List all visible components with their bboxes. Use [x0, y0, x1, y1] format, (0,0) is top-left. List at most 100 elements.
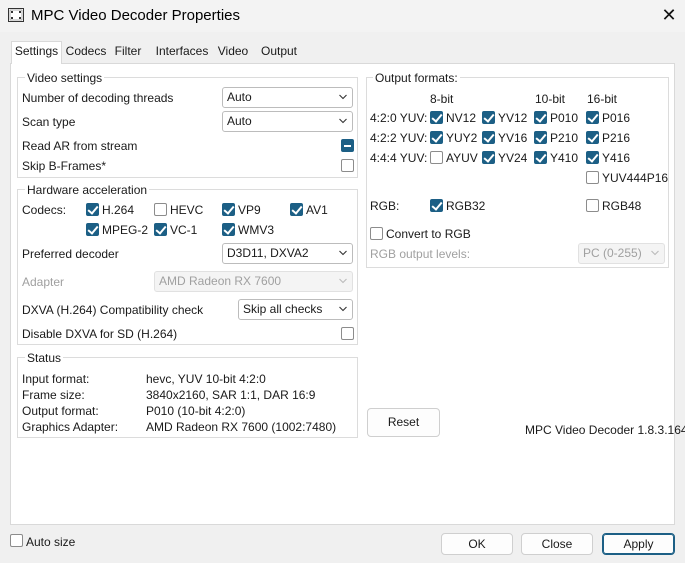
nv12-label: NV12 — [446, 111, 477, 125]
close-button[interactable]: Close — [521, 533, 593, 555]
output-formats-title: Output formats: — [373, 71, 460, 85]
p216-checkbox[interactable] — [586, 131, 599, 144]
rgb-levels-value: PC (0-255) — [583, 246, 642, 260]
version-label: MPC Video Decoder 1.8.3.164 — [525, 423, 685, 437]
col-8bit: 8-bit — [430, 92, 454, 106]
threads-select[interactable]: Auto — [222, 87, 353, 108]
p016-checkbox[interactable] — [586, 111, 599, 124]
y410-checkbox[interactable] — [534, 151, 547, 164]
yuy2-label: YUY2 — [446, 131, 478, 145]
status-adapter-value: AMD Radeon RX 7600 (1002:7480) — [146, 420, 337, 434]
close-icon[interactable]: ✕ — [656, 3, 682, 27]
preferred-decoder-label: Preferred decoder — [22, 247, 119, 261]
codec-mpeg2-checkbox[interactable] — [86, 223, 99, 236]
p210-label: P210 — [550, 131, 579, 145]
p210-checkbox[interactable] — [534, 131, 547, 144]
read-ar-label: Read AR from stream — [22, 139, 138, 153]
col-16bit: 16-bit — [587, 92, 618, 106]
rgb32-checkbox[interactable] — [430, 199, 443, 212]
scan-select[interactable]: Auto — [222, 111, 353, 132]
hw-accel-title: Hardware acceleration — [25, 183, 150, 197]
codec-vp9-label: VP9 — [238, 203, 261, 217]
p010-label: P010 — [550, 111, 579, 125]
tab-video[interactable]: Video — [215, 42, 251, 63]
reset-button[interactable]: Reset — [367, 408, 440, 437]
disable-sd-checkbox[interactable] — [341, 327, 354, 340]
y416-label: Y416 — [602, 151, 631, 165]
p016-label: P016 — [602, 111, 631, 125]
chevron-down-icon — [339, 250, 347, 256]
window-title: MPC Video Decoder Properties — [31, 7, 240, 24]
rgb32-label: RGB32 — [446, 199, 486, 213]
row-420-label: 4:2:0 YUV: — [370, 111, 428, 125]
codec-wmv3-label: WMV3 — [238, 223, 274, 237]
threads-label: Number of decoding threads — [22, 91, 174, 105]
y416-checkbox[interactable] — [586, 151, 599, 164]
yv12-checkbox[interactable] — [482, 111, 495, 124]
codec-wmv3-checkbox[interactable] — [222, 223, 235, 236]
codec-av1-label: AV1 — [306, 203, 328, 217]
codec-hevc-label: HEVC — [170, 203, 204, 217]
row-444-label: 4:4:4 YUV: — [370, 151, 428, 165]
tab-interfaces[interactable]: Interfaces — [152, 42, 212, 63]
yuy2-checkbox[interactable] — [430, 131, 443, 144]
scan-label: Scan type — [22, 115, 76, 129]
adapter-label: Adapter — [22, 275, 65, 289]
rgb-levels-label: RGB output levels: — [370, 247, 471, 261]
adapter-select: AMD Radeon RX 7600 — [154, 271, 353, 292]
auto-size-checkbox[interactable] — [10, 534, 23, 547]
status-frame-value: 3840x2160, SAR 1:1, DAR 16:9 — [146, 388, 316, 402]
chevron-down-icon — [339, 278, 347, 284]
codec-h264-checkbox[interactable] — [86, 203, 99, 216]
scan-value: Auto — [227, 114, 252, 128]
codec-vp9-checkbox[interactable] — [222, 203, 235, 216]
chevron-down-icon — [339, 118, 347, 124]
codec-h264-label: H.264 — [102, 203, 135, 217]
status-input-label: Input format: — [22, 372, 90, 386]
p010-checkbox[interactable] — [534, 111, 547, 124]
preferred-decoder-value: D3D11, DXVA2 — [227, 246, 309, 260]
codec-av1-checkbox[interactable] — [290, 203, 303, 216]
skip-b-label: Skip B-Frames* — [22, 159, 107, 173]
apply-button[interactable]: Apply — [602, 533, 675, 555]
rgb-levels-select: PC (0-255) — [578, 243, 665, 264]
row-rgb-label: RGB: — [370, 199, 400, 213]
tab-filter[interactable]: Filter — [111, 42, 145, 63]
nv12-checkbox[interactable] — [430, 111, 443, 124]
tab-settings[interactable]: Settings — [11, 41, 62, 64]
convert-rgb-checkbox[interactable] — [370, 227, 383, 240]
status-adapter-label: Graphics Adapter: — [22, 420, 119, 434]
ayuv-label: AYUV — [446, 151, 478, 165]
codec-vc1-checkbox[interactable] — [154, 223, 167, 236]
y410-label: Y410 — [550, 151, 579, 165]
col-10bit: 10-bit — [535, 92, 566, 106]
status-input-value: hevc, YUV 10-bit 4:2:0 — [146, 372, 266, 386]
tab-codecs[interactable]: Codecs — [64, 42, 108, 63]
chevron-down-icon — [339, 94, 347, 100]
rgb48-label: RGB48 — [602, 199, 642, 213]
compat-check-select[interactable]: Skip all checks — [238, 299, 353, 320]
status-output-label: Output format: — [22, 404, 99, 418]
compat-check-label: DXVA (H.264) Compatibility check — [22, 303, 204, 317]
ok-button[interactable]: OK — [441, 533, 513, 555]
yv12-label: YV12 — [498, 111, 528, 125]
read-ar-checkbox[interactable] — [341, 139, 354, 152]
codec-mpeg2-label: MPEG-2 — [102, 223, 149, 237]
p216-label: P216 — [602, 131, 631, 145]
yv24-label: YV24 — [498, 151, 528, 165]
video-settings-title: Video settings — [25, 71, 105, 85]
yv16-checkbox[interactable] — [482, 131, 495, 144]
preferred-decoder-select[interactable]: D3D11, DXVA2 — [222, 243, 353, 264]
yv24-checkbox[interactable] — [482, 151, 495, 164]
yuv444p16-checkbox[interactable] — [586, 171, 599, 184]
codec-vc1-label: VC-1 — [170, 223, 198, 237]
codec-hevc-checkbox[interactable] — [154, 203, 167, 216]
rgb48-checkbox[interactable] — [586, 199, 599, 212]
ayuv-checkbox[interactable] — [430, 151, 443, 164]
auto-size-label: Auto size — [26, 535, 76, 549]
tab-output[interactable]: Output — [257, 42, 301, 63]
yuv444p16-label: YUV444P16 — [602, 171, 669, 185]
status-title: Status — [25, 351, 64, 365]
yv16-label: YV16 — [498, 131, 528, 145]
skip-b-checkbox[interactable] — [341, 159, 354, 172]
